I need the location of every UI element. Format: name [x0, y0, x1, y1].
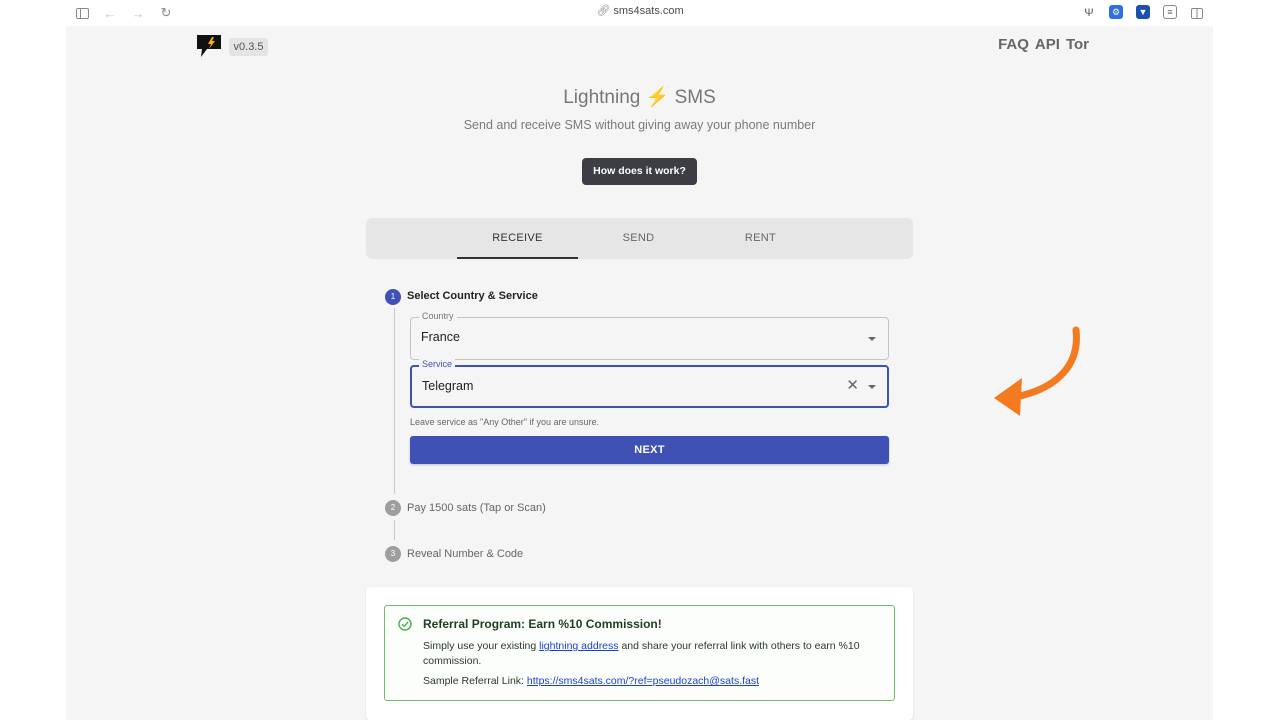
- service-select[interactable]: Service Telegram ✕: [410, 359, 889, 408]
- check-circle-icon: [398, 617, 412, 631]
- step-connector-2: [394, 520, 395, 540]
- top-nav: FAQ API Tor: [998, 36, 1089, 53]
- lightning-bolt-icon: ⚡: [645, 87, 670, 108]
- step-1-label: Select Country & Service: [407, 290, 538, 302]
- country-dropdown-icon[interactable]: [868, 337, 876, 341]
- extension-gear-icon[interactable]: ⚙: [1109, 5, 1123, 19]
- reload-icon[interactable]: ↻: [158, 4, 174, 22]
- country-value: France: [421, 330, 460, 344]
- sidebar-toggle-icon[interactable]: [74, 4, 90, 22]
- referral-alert: Referral Program: Earn %10 Commission! S…: [384, 605, 895, 701]
- browser-toolbar: ← → ↻ 🔗︎ sms4sats.com Ψ ⚙ ▼ ≡: [0, 0, 1280, 26]
- page-title: Lightning ⚡ SMS: [66, 85, 1213, 109]
- version-badge: v0.3.5: [229, 38, 268, 56]
- nav-tor[interactable]: Tor: [1066, 36, 1089, 53]
- annotation-arrow-icon: [994, 326, 1080, 416]
- split-view-icon[interactable]: [1190, 4, 1204, 22]
- tab-send[interactable]: SEND: [578, 218, 699, 259]
- step-2-label: Pay 1500 sats (Tap or Scan): [407, 502, 546, 514]
- referral-sample: Sample Referral Link: https://sms4sats.c…: [423, 675, 759, 687]
- service-label: Service: [419, 359, 456, 369]
- referral-card: Referral Program: Earn %10 Commission! S…: [366, 587, 913, 720]
- extension-trident-icon[interactable]: Ψ: [1082, 4, 1096, 22]
- tab-receive[interactable]: RECEIVE: [457, 218, 578, 259]
- page-subtitle: Send and receive SMS without giving away…: [463, 118, 816, 132]
- lightning-address-link[interactable]: lightning address: [539, 640, 618, 652]
- extension-shield-icon[interactable]: ▼: [1136, 5, 1150, 19]
- link-icon: 🔗︎: [596, 5, 611, 17]
- title-text-left: Lightning: [563, 87, 641, 108]
- url-text[interactable]: sms4sats.com: [613, 5, 683, 17]
- forward-icon[interactable]: →: [130, 4, 146, 22]
- nav-faq[interactable]: FAQ: [998, 36, 1029, 53]
- extension-list-icon[interactable]: ≡: [1163, 5, 1177, 19]
- page-content: v0.3.5 FAQ API Tor Lightning ⚡ SMS Send …: [66, 26, 1213, 720]
- nav-api[interactable]: API: [1035, 36, 1060, 53]
- back-icon[interactable]: ←: [102, 4, 118, 22]
- step-connector-1: [394, 308, 395, 494]
- how-does-it-work-button[interactable]: How does it work?: [582, 158, 697, 185]
- step-2-icon: 2: [385, 500, 401, 516]
- referral-title: Referral Program: Earn %10 Commission!: [423, 617, 662, 631]
- referral-text-before: Simply use your existing: [423, 640, 540, 652]
- sample-referral-link[interactable]: https://sms4sats.com/?ref=pseudozach@sat…: [527, 675, 759, 687]
- sms4sats-logo[interactable]: [197, 35, 221, 57]
- referral-description: Simply use your existing lightning addre…: [423, 639, 883, 669]
- step-3-icon: 3: [385, 546, 401, 562]
- step-1-icon: 1: [385, 289, 401, 305]
- country-select[interactable]: Country France: [410, 311, 889, 360]
- clear-icon[interactable]: ✕: [846, 378, 859, 394]
- country-label: Country: [419, 311, 457, 321]
- service-helper-text: Leave service as "Any Other" if you are …: [410, 417, 599, 427]
- service-dropdown-icon[interactable]: [868, 385, 876, 389]
- step-3-label: Reveal Number & Code: [407, 548, 524, 560]
- service-value: Telegram: [422, 379, 474, 393]
- next-button[interactable]: NEXT: [410, 436, 889, 464]
- mode-tabs: RECEIVE SEND RENT: [366, 218, 913, 259]
- tab-rent[interactable]: RENT: [700, 218, 821, 259]
- title-text-right: SMS: [674, 87, 716, 108]
- sample-label: Sample Referral Link:: [423, 675, 527, 687]
